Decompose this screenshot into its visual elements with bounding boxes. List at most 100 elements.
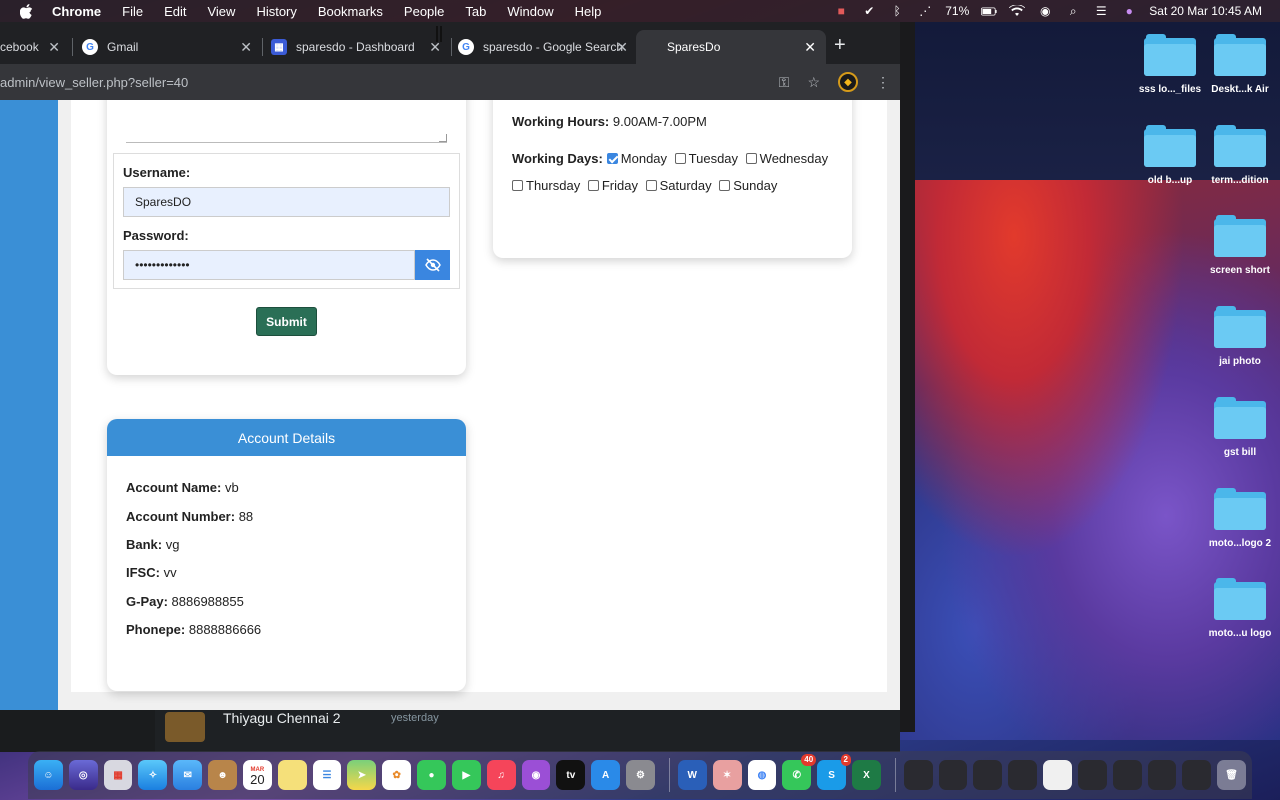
submit-button[interactable]: Submit	[256, 307, 317, 336]
minimized-window-icon[interactable]	[1112, 760, 1142, 790]
desktop-folder[interactable]: term...dition	[1200, 125, 1280, 186]
checkbox-tuesday[interactable]	[674, 153, 686, 164]
key-icon[interactable]: ⚿	[779, 74, 790, 91]
password-value: •••••••••••••	[135, 258, 190, 272]
menu-window[interactable]: Window	[507, 4, 553, 19]
minimized-window-icon[interactable]	[1008, 760, 1038, 790]
minimized-window-icon[interactable]	[1182, 760, 1212, 790]
star-icon[interactable]: ☆	[807, 74, 820, 91]
dock: ☺ ◎ ▦ ✧ ✉ ☻ MAR 20 ☰ ➤ ✿ ● ▶ ♫ ◉ tv A ⚙ W…	[28, 751, 1252, 799]
more-menu-icon[interactable]: ⋮	[876, 74, 890, 91]
menu-view[interactable]: View	[207, 4, 235, 19]
control-center-icon[interactable]: ☰	[1093, 4, 1109, 18]
battery-icon[interactable]	[981, 4, 997, 18]
desktop-folder[interactable]: sss lo..._files	[1130, 34, 1210, 95]
bluetooth-icon[interactable]: ᛒ	[889, 4, 905, 18]
desktop-folder[interactable]: Deskt...k Air	[1200, 34, 1280, 95]
menu-help[interactable]: Help	[575, 4, 602, 19]
facetime-icon[interactable]: ▶	[451, 760, 481, 790]
menu-datetime[interactable]: Sat 20 Mar 10:45 AM	[1149, 4, 1262, 18]
chat-contact-name: Thiyagu Chennai 2	[223, 710, 341, 726]
contacts-icon[interactable]: ☻	[208, 760, 237, 790]
tab-gmail[interactable]: G Gmail ✕	[82, 30, 262, 64]
minimized-window-icon[interactable]	[1147, 760, 1177, 790]
minimized-window-icon[interactable]	[903, 760, 933, 790]
close-icon[interactable]: ✕	[616, 39, 628, 56]
account-row: Phonepe: 8888886666	[126, 622, 261, 637]
minimized-window-icon[interactable]	[1043, 760, 1072, 790]
tab-google-search[interactable]: G sparesdo - Google Search ✕	[458, 30, 638, 64]
address-bar[interactable]: admin/view_seller.php?seller=40	[0, 75, 188, 90]
menu-people[interactable]: People	[404, 4, 444, 19]
toggle-password-button[interactable]	[415, 250, 450, 280]
safari-icon[interactable]: ✧	[138, 760, 168, 790]
desktop-folder[interactable]: screen short	[1200, 215, 1280, 276]
finder-icon[interactable]: ☺	[34, 760, 63, 790]
close-icon[interactable]: ✕	[48, 39, 60, 56]
tv-icon[interactable]: tv	[556, 760, 586, 790]
checkbox-friday[interactable]	[587, 180, 599, 191]
messages-icon[interactable]: ●	[417, 760, 446, 790]
music-icon[interactable]: ♫	[486, 760, 516, 790]
day-label: Friday	[601, 178, 638, 193]
siri-icon[interactable]: ●	[1121, 4, 1137, 18]
podcasts-icon[interactable]: ◉	[521, 760, 551, 790]
photos-icon[interactable]: ✿	[382, 760, 412, 790]
new-tab-button[interactable]: +	[834, 34, 846, 57]
desktop-folder[interactable]: moto...logo 2	[1200, 488, 1280, 549]
maps-icon[interactable]: ➤	[347, 760, 377, 790]
minimized-window-icon[interactable]	[1077, 760, 1107, 790]
tab-facebook[interactable]: cebook ✕	[0, 30, 70, 64]
checkbox-wednesday[interactable]	[745, 153, 757, 164]
menu-tab[interactable]: Tab	[465, 4, 486, 19]
background-chat-window[interactable]: Thiyagu Chennai 2 yesterday	[155, 710, 900, 752]
chrome-icon[interactable]: ◍	[747, 760, 777, 790]
system-preferences-icon[interactable]: ⚙	[626, 760, 655, 790]
close-icon[interactable]: ✕	[804, 39, 816, 56]
menu-history[interactable]: History	[256, 4, 296, 19]
checkbox-saturday[interactable]	[645, 180, 657, 191]
skype-icon[interactable]: S2	[817, 754, 851, 790]
siri-icon[interactable]: ◎	[68, 760, 98, 790]
search-icon[interactable]: ⌕	[1065, 4, 1081, 18]
extension-icon[interactable]: ◆	[838, 72, 858, 92]
desktop-folder[interactable]: jai photo	[1200, 306, 1280, 367]
checkbox-sunday[interactable]	[719, 180, 731, 191]
address-textarea[interactable]	[126, 100, 447, 143]
trash-icon[interactable]: 🗑	[1217, 760, 1247, 790]
app-store-icon[interactable]: A	[591, 760, 621, 790]
status-app-icon[interactable]: ■	[833, 4, 849, 18]
tab-sparesdo-active[interactable]: SparesDo ✕	[636, 30, 826, 64]
battery-dots-icon[interactable]: ⋰	[917, 4, 933, 18]
launchpad-icon[interactable]: ▦	[103, 760, 133, 790]
check-icon[interactable]: ✔	[861, 4, 877, 18]
menu-edit[interactable]: Edit	[164, 4, 186, 19]
checkbox-monday[interactable]	[606, 153, 618, 164]
apple-icon[interactable]	[18, 3, 34, 19]
menu-bookmarks[interactable]: Bookmarks	[318, 4, 383, 19]
menu-file[interactable]: File	[122, 4, 143, 19]
mail-icon[interactable]: ✉	[173, 760, 203, 790]
close-icon[interactable]: ✕	[240, 39, 252, 56]
menu-app-name[interactable]: Chrome	[52, 4, 101, 19]
reminders-icon[interactable]: ☰	[312, 760, 342, 790]
desktop-folder[interactable]: moto...u logo	[1200, 578, 1280, 639]
user-icon[interactable]: ◉	[1037, 4, 1053, 18]
app-icon[interactable]: ✶	[712, 760, 742, 790]
wifi-icon[interactable]	[1009, 4, 1026, 18]
word-icon[interactable]: W	[677, 760, 707, 790]
username-input[interactable]: SparesDO	[123, 187, 450, 217]
calendar-icon[interactable]: MAR 20	[242, 760, 272, 790]
whatsapp-icon[interactable]: ✆ 40	[782, 754, 817, 790]
minimized-window-icon[interactable]	[938, 760, 968, 790]
account-row: IFSC: vv	[126, 565, 177, 580]
resize-handle-icon[interactable]	[439, 134, 447, 142]
checkbox-thursday[interactable]	[512, 180, 523, 191]
desktop-folder[interactable]: old b...up	[1130, 125, 1210, 186]
tab-sparesdo-dashboard[interactable]: ▦ sparesdo - Dashboard ✕	[271, 30, 451, 64]
desktop-folder[interactable]: gst bill	[1200, 397, 1280, 458]
password-input[interactable]: •••••••••••••	[123, 250, 415, 280]
minimized-window-icon[interactable]	[973, 760, 1003, 790]
excel-icon[interactable]: X	[852, 760, 881, 790]
notes-icon[interactable]	[277, 760, 307, 790]
